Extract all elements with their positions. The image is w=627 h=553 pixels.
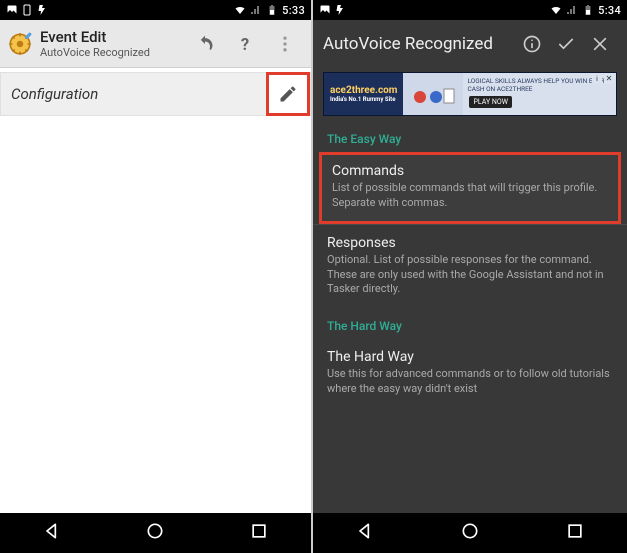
- status-bar: 5:33: [0, 0, 311, 20]
- check-icon: [556, 34, 576, 54]
- nav-recent[interactable]: [249, 521, 269, 545]
- app-title: AutoVoice Recognized: [323, 34, 515, 54]
- overflow-button[interactable]: [265, 24, 305, 64]
- ad-headline: LOGICAL SKILLS ALWAYS HELP YOU WIN EXTRA…: [467, 78, 612, 94]
- item-hard-way[interactable]: The Hard Way Use this for advanced comma…: [313, 339, 627, 409]
- nav-bar: [313, 513, 627, 553]
- bolt-icon: [36, 4, 48, 16]
- help-icon: ?: [235, 34, 255, 54]
- more-vert-icon: [275, 34, 295, 54]
- close-button[interactable]: [583, 27, 617, 61]
- section-easy-way: The Easy Way: [313, 122, 627, 152]
- battery-icon: [582, 4, 594, 16]
- item-title: Responses: [327, 235, 613, 251]
- undo-button[interactable]: [185, 24, 225, 64]
- app-subtitle: AutoVoice Recognized: [40, 46, 185, 59]
- item-desc: Use this for advanced commands or to fol…: [327, 367, 613, 397]
- nav-home[interactable]: [460, 521, 480, 545]
- nav-home[interactable]: [145, 521, 165, 545]
- item-responses[interactable]: Responses Optional. List of possible res…: [313, 224, 627, 310]
- nav-recent[interactable]: [565, 521, 585, 545]
- phone-left: 5:33 Event Edit AutoVoice Recognized ? C…: [0, 0, 313, 553]
- app-icon: [6, 30, 34, 58]
- configuration-label: Configuration: [11, 85, 266, 103]
- signal-icon: [250, 4, 262, 16]
- status-time: 5:33: [282, 4, 305, 17]
- section-hard-way: The Hard Way: [313, 309, 627, 339]
- app-bar: Event Edit AutoVoice Recognized ?: [0, 20, 311, 68]
- phone-right: 5:34 AutoVoice Recognized ace2three.com …: [313, 0, 627, 553]
- item-title: The Hard Way: [327, 349, 613, 365]
- confirm-button[interactable]: [549, 27, 583, 61]
- info-button[interactable]: [515, 27, 549, 61]
- ad-close-icon[interactable]: ✕: [604, 74, 614, 84]
- nav-back[interactable]: [355, 521, 375, 545]
- item-desc: Optional. List of possible responses for…: [327, 253, 613, 298]
- app-title: Event Edit: [40, 28, 185, 46]
- ad-art: [403, 73, 463, 115]
- wifi-icon: [550, 4, 562, 16]
- close-icon: [590, 34, 610, 54]
- item-commands[interactable]: Commands List of possible commands that …: [319, 152, 621, 224]
- image-icon: [319, 4, 331, 16]
- app-bar: AutoVoice Recognized: [313, 20, 627, 68]
- battery-icon: [266, 4, 278, 16]
- ad-brand: ace2three.com: [330, 85, 397, 96]
- undo-icon: [195, 34, 215, 54]
- info-icon: [522, 34, 542, 54]
- bolt-icon: [334, 4, 346, 16]
- pencil-icon: [278, 84, 298, 104]
- sim-icon: [21, 4, 33, 16]
- ad-tagline: India's No.1 Rummy Site: [330, 96, 397, 103]
- status-bar: 5:34: [313, 0, 627, 20]
- image-icon: [6, 4, 18, 16]
- item-desc: List of possible commands that will trig…: [332, 181, 608, 211]
- status-time: 5:34: [598, 4, 621, 17]
- configuration-row[interactable]: Configuration: [0, 72, 311, 116]
- svg-text:?: ?: [241, 35, 249, 53]
- wifi-icon: [234, 4, 246, 16]
- signal-icon: [566, 4, 578, 16]
- ad-banner[interactable]: ace2three.com India's No.1 Rummy Site LO…: [323, 72, 617, 116]
- help-button[interactable]: ?: [225, 24, 265, 64]
- item-title: Commands: [332, 163, 608, 179]
- ad-cta[interactable]: PLAY NOW: [469, 96, 511, 108]
- ad-info-icon[interactable]: i: [592, 74, 602, 84]
- nav-bar: [0, 513, 311, 553]
- edit-button[interactable]: [266, 72, 310, 116]
- nav-back[interactable]: [42, 521, 62, 545]
